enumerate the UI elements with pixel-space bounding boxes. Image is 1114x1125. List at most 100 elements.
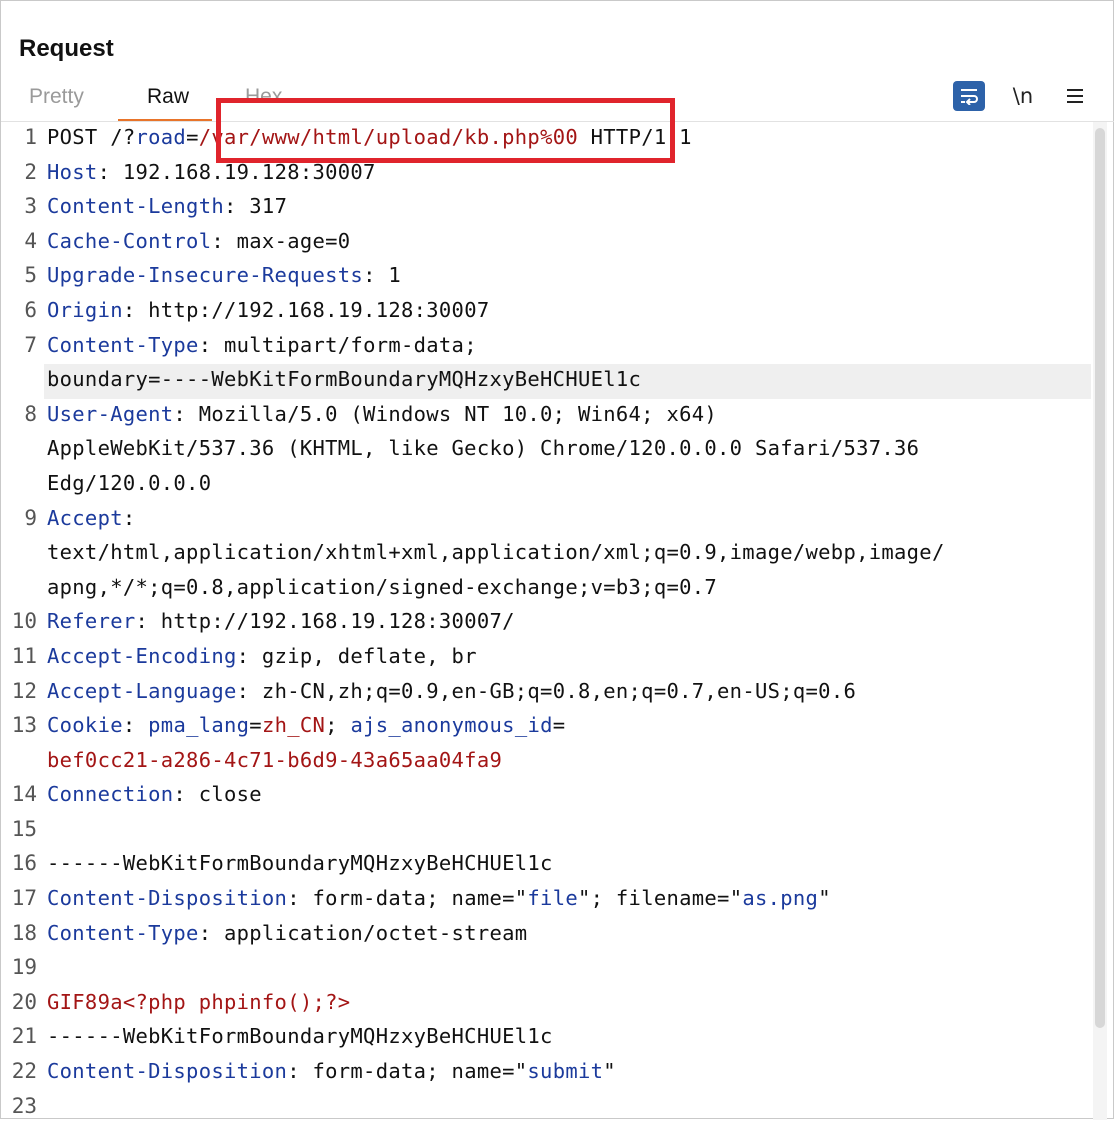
- tab-raw[interactable]: Raw: [147, 85, 189, 109]
- text-segment: Edg/120.0.0.0: [47, 470, 212, 495]
- code-line[interactable]: 2 Host: 192.168.19.128:30007: [1, 157, 1091, 192]
- header-name: Cookie: [47, 713, 123, 738]
- line-content: Content-Length: 317: [47, 194, 287, 218]
- text-segment: : application/octet-stream: [198, 920, 528, 945]
- text-segment: =: [186, 125, 199, 149]
- text-segment: : form-data; name=": [287, 886, 528, 911]
- options-menu-button[interactable]: [1059, 81, 1091, 111]
- code-line[interactable]: 19: [1, 952, 1091, 987]
- highlighted-value: bef0cc21-a286-4c71-b6d9-43a65aa04fa9: [47, 747, 503, 772]
- code-line[interactable]: 20 GIF89a<?php phpinfo();?>: [1, 987, 1091, 1022]
- vertical-scrollbar[interactable]: [1093, 122, 1107, 1120]
- code-line[interactable]: 11 Accept-Encoding: gzip, deflate, br: [1, 641, 1091, 676]
- code-line[interactable]: 6 Origin: http://192.168.19.128:30007: [1, 295, 1091, 330]
- code-line[interactable]: 12 Accept-Language: zh-CN,zh;q=0.9,en-GB;…: [1, 676, 1091, 711]
- line-content: POST /?road=/var/www/html/upload/kb.php%…: [47, 125, 692, 149]
- line-content: bef0cc21-a286-4c71-b6d9-43a65aa04fa9: [47, 748, 502, 772]
- text-segment: =: [552, 713, 566, 738]
- panel-title: Request: [19, 35, 114, 62]
- text-segment: : zh-CN,zh;q=0.9,en-GB;q=0.8,en;q=0.7,en…: [236, 678, 857, 703]
- code-line-continuation[interactable]: apng,*/*;q=0.8,application/signed-exchan…: [1, 572, 1091, 607]
- text-segment: HTTP/1.1: [578, 125, 692, 149]
- code-line[interactable]: 8 User-Agent: Mozilla/5.0 (Windows NT 10.…: [1, 399, 1091, 434]
- wrap-lines-button[interactable]: [953, 81, 985, 111]
- line-content: Edg/120.0.0.0: [47, 471, 211, 495]
- line-content: Content-Disposition: form-data; name="su…: [47, 1059, 616, 1083]
- highlighted-value: zh_CN: [261, 713, 326, 738]
- header-name: Content-Disposition: [47, 886, 288, 911]
- line-content: boundary=----WebKitFormBoundaryMQHzxyBeH…: [47, 367, 641, 391]
- code-line[interactable]: 23: [1, 1091, 1091, 1125]
- text-segment: : max-age=0: [211, 228, 351, 253]
- code-line-continuation[interactable]: text/html,application/xhtml+xml,applicat…: [1, 537, 1091, 572]
- header-name: Content-Type: [47, 920, 199, 945]
- text-segment: : multipart/form-data;: [198, 332, 477, 357]
- code-line[interactable]: 15: [1, 814, 1091, 849]
- code-line-continuation[interactable]: Edg/120.0.0.0: [1, 468, 1091, 503]
- code-line[interactable]: 17 Content-Disposition: form-data; name="…: [1, 883, 1091, 918]
- code-line[interactable]: 5 Upgrade-Insecure-Requests: 1: [1, 260, 1091, 295]
- line-number: 12: [11, 678, 37, 703]
- text-segment: ------WebKitFormBoundaryMQHzxyBeHCHUEl1c: [47, 851, 553, 876]
- raw-request-editor[interactable]: 1 POST /?road=/var/www/html/upload/kb.php…: [1, 122, 1091, 1125]
- line-content: Host: 192.168.19.128:30007: [47, 160, 376, 184]
- view-tabs: Pretty Raw Hex: [1, 81, 1114, 121]
- code-line-continuation[interactable]: bef0cc21-a286-4c71-b6d9-43a65aa04fa9: [1, 745, 1091, 780]
- code-line[interactable]: 18 Content-Type: application/octet-stream: [1, 918, 1091, 953]
- line-content: text/html,application/xhtml+xml,applicat…: [47, 540, 945, 564]
- header-name: Accept-Encoding: [47, 643, 237, 668]
- line-content: Accept:: [47, 506, 136, 530]
- code-line[interactable]: 16 ------WebKitFormBoundaryMQHzxyBeHCHUEl…: [1, 848, 1091, 883]
- request-panel: Request Pretty Raw Hex \n 1 POST /?road=/…: [0, 0, 1114, 1120]
- code-line[interactable]: 7 Content-Type: multipart/form-data;: [1, 330, 1091, 365]
- code-line[interactable]: 21 ------WebKitFormBoundaryMQHzxyBeHCHUEl…: [1, 1021, 1091, 1056]
- header-name: Content-Type: [47, 332, 199, 357]
- line-content: AppleWebKit/537.36 (KHTML, like Gecko) C…: [47, 436, 919, 460]
- line-content: Accept-Language: zh-CN,zh;q=0.9,en-GB;q=…: [47, 679, 856, 703]
- line-content: Origin: http://192.168.19.128:30007: [47, 298, 489, 322]
- wrap-lines-icon: [961, 89, 978, 105]
- text-segment: : form-data; name=": [287, 1059, 528, 1084]
- text-segment: ------WebKitFormBoundaryMQHzxyBeHCHUEl1c: [47, 1024, 553, 1049]
- line-content: apng,*/*;q=0.8,application/signed-exchan…: [47, 575, 717, 599]
- header-name: ajs_anonymous_id: [350, 713, 553, 738]
- line-number: 10: [11, 609, 37, 634]
- text-segment: : 317: [224, 194, 288, 219]
- code-line[interactable]: 22 Content-Disposition: form-data; name="…: [1, 1056, 1091, 1091]
- text-segment: POST /?: [47, 125, 136, 149]
- line-number: 19: [11, 955, 37, 980]
- highlighted-value: file: [527, 886, 578, 911]
- line-content: ------WebKitFormBoundaryMQHzxyBeHCHUEl1c: [47, 851, 553, 875]
- tab-pretty[interactable]: Pretty: [29, 85, 84, 109]
- code-line[interactable]: 3 Content-Length: 317: [1, 191, 1091, 226]
- header-name: Connection: [47, 782, 174, 807]
- text-segment: ": [818, 886, 831, 911]
- code-line-continuation[interactable]: AppleWebKit/537.36 (KHTML, like Gecko) C…: [1, 433, 1091, 468]
- scrollbar-thumb[interactable]: [1095, 128, 1105, 1028]
- header-name: road: [135, 125, 187, 149]
- line-content: Upgrade-Insecure-Requests: 1: [47, 263, 401, 287]
- line-number: 13: [11, 713, 37, 738]
- code-line[interactable]: 9 Accept:: [1, 503, 1091, 538]
- code-line[interactable]: 1 POST /?road=/var/www/html/upload/kb.php…: [1, 122, 1091, 157]
- code-line[interactable]: 4 Cache-Control: max-age=0: [1, 226, 1091, 261]
- code-line-continuation[interactable]: boundary=----WebKitFormBoundaryMQHzxyBeH…: [1, 364, 1091, 399]
- line-content: Cache-Control: max-age=0: [47, 229, 350, 253]
- show-newlines-button[interactable]: \n: [1007, 81, 1039, 111]
- header-name: pma_lang: [148, 713, 250, 738]
- highlighted-value: /var/www/html/upload/kb.php%00: [198, 125, 578, 149]
- line-number: 15: [11, 816, 37, 841]
- code-line[interactable]: 10 Referer: http://192.168.19.128:30007/: [1, 606, 1091, 641]
- code-line[interactable]: 13 Cookie: pma_lang=zh_CN; ajs_anonymous_…: [1, 710, 1091, 745]
- tab-hex[interactable]: Hex: [245, 85, 282, 109]
- line-number: 18: [11, 920, 37, 945]
- header-name: Accept: [47, 505, 123, 530]
- text-segment: : gzip, deflate, br: [236, 643, 477, 668]
- header-name: Accept-Language: [47, 678, 237, 703]
- hamburger-menu-icon: [1067, 89, 1083, 103]
- line-number: 3: [24, 194, 37, 219]
- text-segment: : http://192.168.19.128:30007: [122, 297, 490, 322]
- line-number: 2: [24, 159, 37, 184]
- line-number: 17: [11, 886, 37, 911]
- code-line[interactable]: 14 Connection: close: [1, 779, 1091, 814]
